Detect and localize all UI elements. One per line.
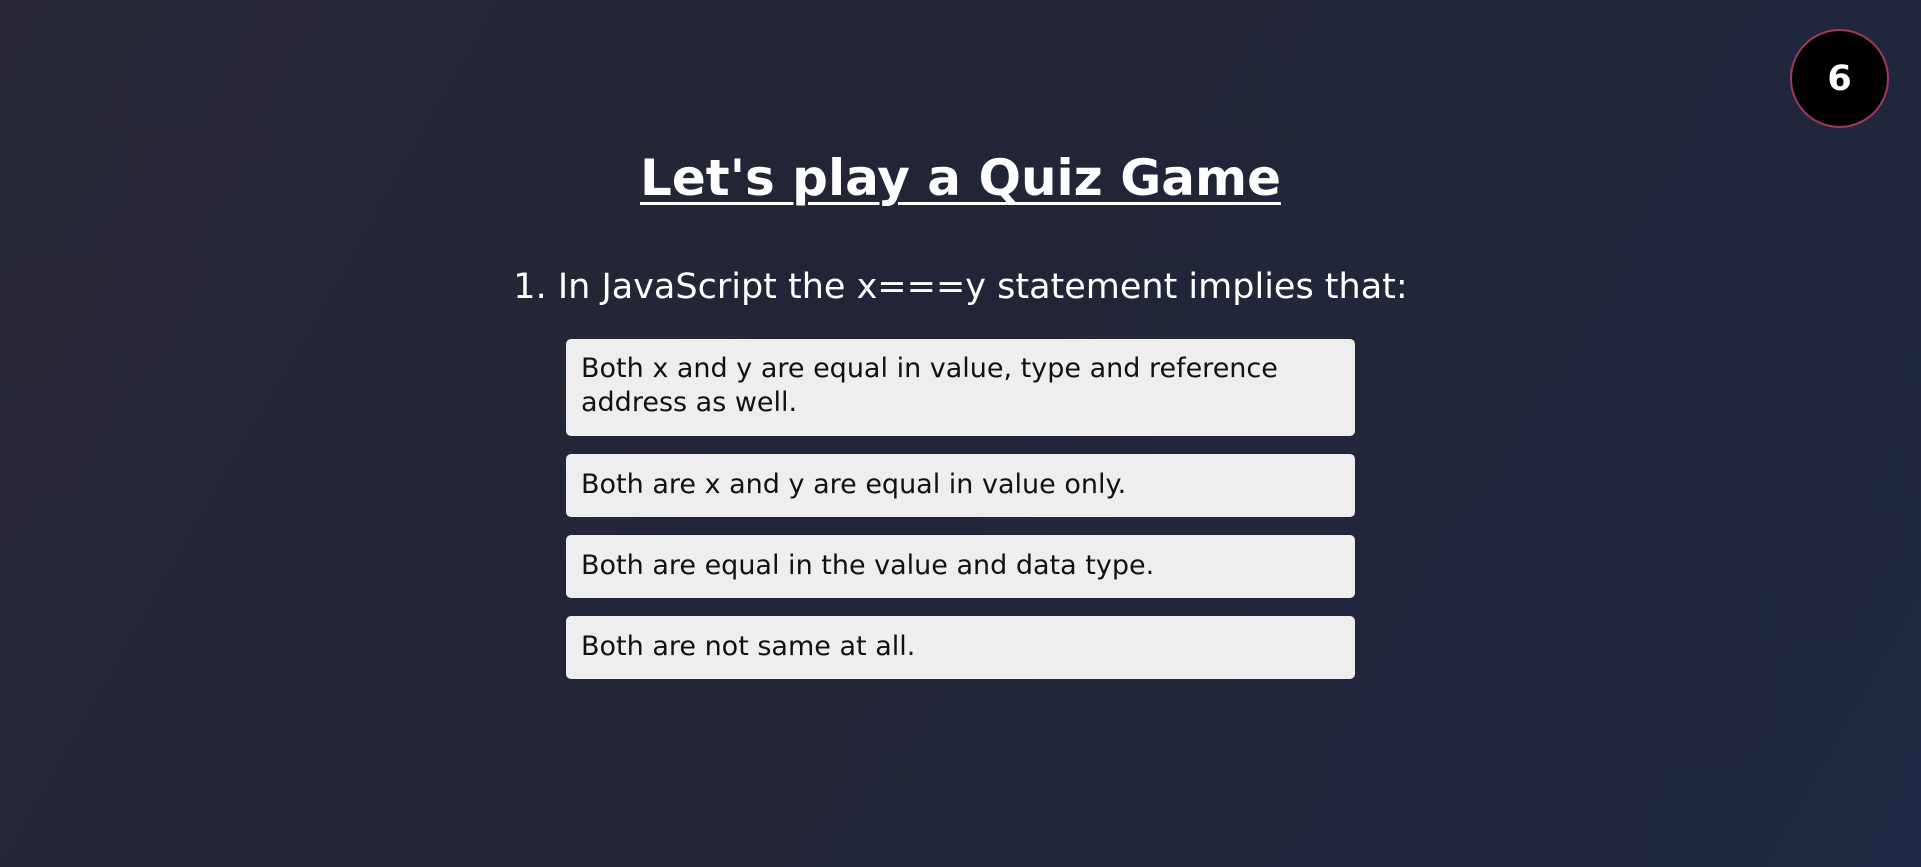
countdown-timer: 6: [1790, 29, 1889, 128]
question-text: 1. In JavaScript the x===y statement imp…: [513, 267, 1408, 307]
answer-option-1[interactable]: Both x and y are equal in value, type an…: [566, 339, 1355, 436]
answer-option-4[interactable]: Both are not same at all.: [566, 616, 1355, 679]
page-title: Let's play a Quiz Game: [640, 149, 1281, 207]
answer-option-3[interactable]: Both are equal in the value and data typ…: [566, 535, 1355, 598]
answer-option-2[interactable]: Both are x and y are equal in value only…: [566, 454, 1355, 517]
timer-value: 6: [1827, 58, 1852, 99]
answer-options-list: Both x and y are equal in value, type an…: [566, 339, 1355, 697]
